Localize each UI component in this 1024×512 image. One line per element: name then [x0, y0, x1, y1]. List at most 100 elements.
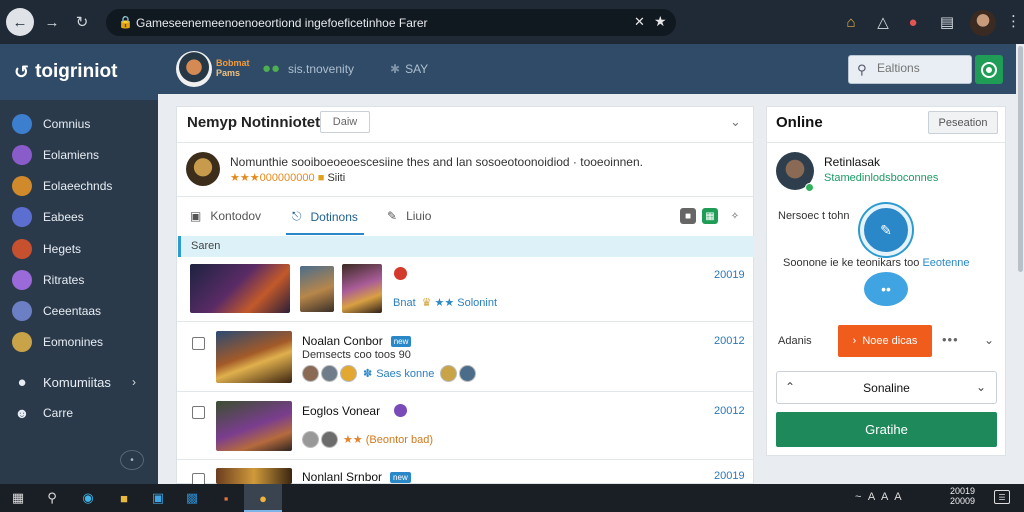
sidebar-item-eomonines[interactable]: Eomonines — [12, 331, 103, 353]
brand-logo[interactable]: ↺ toigriniot — [0, 44, 158, 100]
back-arrow-icon[interactable]: ← — [6, 8, 34, 36]
url-text: Gameseenemeenoenoeortiond ingefoeficetin… — [136, 16, 428, 30]
action-button[interactable]: › Noee dicas — [838, 325, 932, 357]
sidebar-item-community[interactable]: ● Komumiitas › — [12, 371, 136, 393]
date-button[interactable]: Daiw — [320, 111, 370, 133]
forward-arrow-icon[interactable]: → — [38, 8, 66, 36]
sidebar-item-eabees[interactable]: Eabees — [12, 206, 84, 228]
divider — [177, 321, 753, 322]
user-name[interactable]: Retinlasak — [824, 155, 880, 169]
header-link[interactable]: sis.tnovenity — [288, 62, 354, 76]
game-thumbnail[interactable] — [216, 401, 292, 451]
chevron-right-icon: › — [132, 375, 136, 389]
game-thumbnail[interactable] — [300, 266, 334, 312]
pencil-icon: ✎ — [387, 209, 398, 223]
notification-icon[interactable]: ☰ — [994, 490, 1010, 504]
section-label: Saren — [191, 240, 221, 252]
sidebar-item-comnius[interactable]: Comnius — [12, 113, 90, 135]
sidebar-item-ceeentaas[interactable]: Ceeentaas — [12, 300, 101, 322]
post-avatar[interactable] — [186, 152, 220, 186]
game-thumbnail[interactable] — [342, 264, 382, 313]
more-options-icon[interactable]: ••• — [942, 332, 959, 347]
brand-name: toigriniot — [35, 61, 118, 82]
search-button[interactable] — [975, 55, 1003, 84]
app-icon[interactable]: ▪ — [216, 488, 236, 508]
row-title[interactable]: Nonlanl Srnbor new — [302, 470, 411, 484]
logo-text-line-1: Bobmat — [216, 58, 250, 68]
row-title[interactable]: Noalan Conbor new — [302, 334, 412, 348]
extension-puzzle-icon[interactable]: △ — [874, 13, 892, 31]
grid-icon[interactable]: ▦ — [702, 208, 718, 224]
search-input[interactable] — [877, 61, 967, 75]
square-icon: ▣ — [190, 209, 202, 223]
app-logo[interactable] — [176, 51, 212, 87]
extension-cast-icon[interactable]: ▤ — [938, 13, 956, 31]
row-meta: Bnat ♛ ★★ Solonint — [393, 296, 497, 310]
status-select-value: Sonaline — [863, 381, 910, 395]
taskbar-clock[interactable]: 20019 20009 — [950, 486, 975, 506]
edit-ring-button[interactable]: ✎ — [860, 204, 912, 256]
extension-badge-icon[interactable]: ● — [904, 13, 922, 31]
game-thumbnail[interactable] — [216, 468, 292, 484]
sidebar-item-eolamiens[interactable]: Eolamiens — [12, 144, 99, 166]
bookmark-star-icon[interactable]: ★ — [654, 13, 667, 30]
chevron-down-icon[interactable]: ⌄ — [730, 114, 741, 130]
windows-start-icon[interactable]: ▦ — [8, 488, 28, 508]
pin-icon[interactable]: ✧ — [727, 208, 743, 224]
row-checkbox[interactable] — [192, 337, 205, 350]
collapse-icon[interactable]: • — [120, 450, 144, 470]
search-go-icon — [983, 63, 995, 76]
edge-browser-icon[interactable]: ◉ — [78, 488, 98, 508]
status-select[interactable]: ⌃ Sonaline ⌄ — [776, 371, 997, 404]
sidebar-item-eolaeechnds[interactable]: Eolaeechnds — [12, 175, 112, 197]
row-checkbox[interactable] — [192, 406, 205, 419]
row-date: 20012 — [714, 335, 745, 347]
tab-liuio[interactable]: ✎ Liuio — [387, 209, 431, 223]
clock-line-2: 20009 — [950, 496, 976, 506]
game-thumbnail[interactable] — [190, 264, 290, 313]
alert-badge-icon — [394, 267, 407, 280]
system-tray[interactable]: ~ A A A — [855, 491, 904, 503]
sidebar-item-games[interactable]: ☻ Carre — [12, 402, 73, 424]
kebab-menu-icon[interactable]: ⋮ — [1006, 12, 1021, 30]
chat-bubble-button[interactable]: •• — [864, 272, 908, 306]
avatar — [302, 365, 319, 382]
address-bar[interactable]: 🔒 Gameseenemeenoenoeortiond ingefoeficet… — [106, 9, 676, 36]
tab-label: Liuio — [406, 209, 432, 223]
presentation-button[interactable]: Peseation — [928, 111, 998, 134]
tab-kontodov[interactable]: ▣ Kontodov — [190, 209, 261, 223]
camera-icon[interactable]: ■ — [680, 208, 696, 224]
close-icon[interactable]: ✕ — [634, 14, 645, 30]
row-title[interactable]: Eoglos Vonear — [302, 404, 380, 418]
primary-button[interactable]: Gratihe — [776, 412, 997, 447]
header-link-say[interactable]: ✱ SAY — [390, 62, 428, 76]
extension-home-icon[interactable]: ⌂ — [842, 13, 860, 31]
chevron-down-icon[interactable]: ⌄ — [984, 333, 994, 347]
tab-dotinons[interactable]: ⎋ Dotinons — [292, 209, 358, 224]
mail-icon[interactable]: ▩ — [182, 488, 202, 508]
store-icon[interactable]: ▣ — [148, 488, 168, 508]
sidebar-item-ritrates[interactable]: Ritrates — [12, 269, 84, 291]
profile-avatar[interactable] — [970, 10, 996, 36]
row-subtitle: Demsects coo toos 90 — [302, 349, 411, 361]
group-icon[interactable]: ●● — [262, 60, 280, 77]
sidebar-item-label: Comnius — [43, 117, 91, 131]
scrollbar-thumb[interactable] — [1018, 46, 1023, 272]
reload-icon[interactable]: ↻ — [68, 8, 96, 36]
game-avatar-icon — [12, 239, 32, 259]
search-box[interactable]: ⚲ — [848, 55, 972, 84]
folder-icon[interactable]: ■ — [114, 488, 134, 508]
sidebar-item-hegets[interactable]: Hegets — [12, 238, 81, 260]
post-meta-label: Siiti — [327, 172, 346, 184]
avatar — [440, 365, 458, 382]
game-app-icon[interactable]: ● — [253, 488, 273, 508]
user-status: Stamedinlodsboconnes — [824, 172, 939, 184]
row-title-text: Nonlanl Srnbor — [302, 470, 383, 484]
community-icon: ● — [17, 373, 27, 391]
person-icon: ☻ — [14, 405, 30, 421]
new-badge: new — [390, 336, 412, 348]
sparkle-icon: ✽ — [363, 368, 373, 380]
game-thumbnail[interactable] — [216, 331, 292, 383]
search-icon[interactable]: ⚲ — [42, 488, 62, 508]
online-description-link[interactable]: Eeotenne — [922, 257, 969, 269]
